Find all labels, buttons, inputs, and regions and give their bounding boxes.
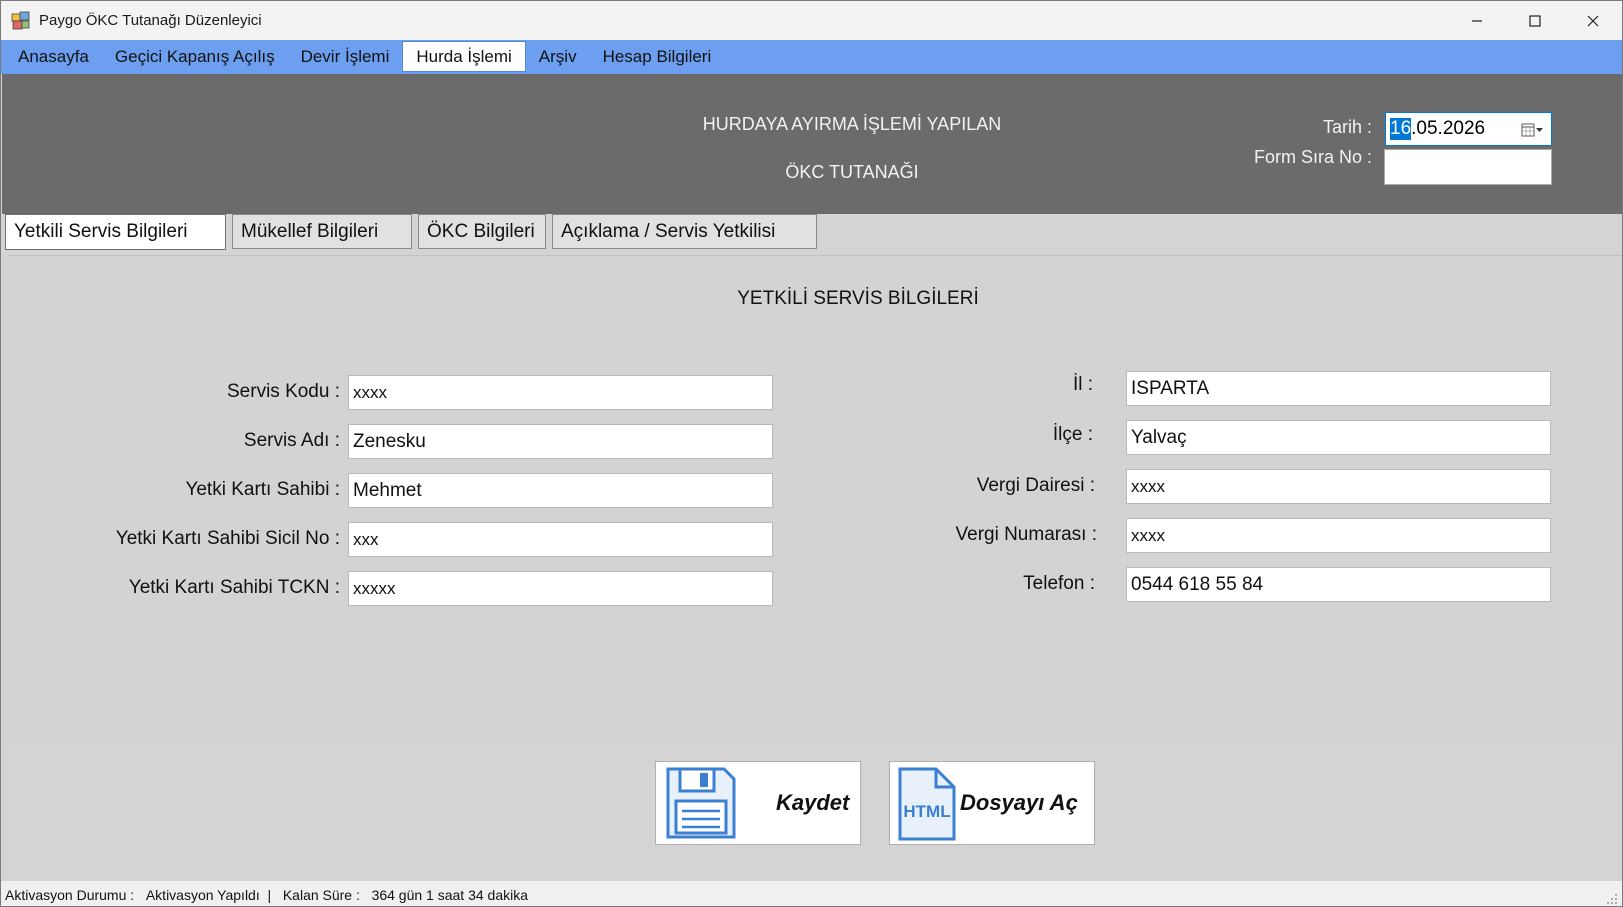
tab-okc[interactable]: ÖKC Bilgileri bbox=[418, 214, 546, 249]
menu-item-hurda[interactable]: Hurda İşlemi bbox=[402, 41, 526, 72]
html-icon-text: HTML bbox=[903, 802, 950, 821]
label-servis-adi: Servis Adı : bbox=[243, 430, 340, 451]
label-vergi-numarasi: Vergi Numarası : bbox=[955, 524, 1098, 545]
label-telefon: Telefon : bbox=[1023, 573, 1095, 594]
title-bar: Paygo ÖKC Tutanağı Düzenleyici bbox=[1, 1, 1622, 40]
tab-mukellef[interactable]: Mükellef Bilgileri bbox=[232, 214, 412, 249]
label-vergi-dairesi: Vergi Dairesi : bbox=[976, 475, 1095, 496]
label-il: İl : bbox=[1072, 374, 1093, 395]
date-selected-part: 16 bbox=[1390, 118, 1412, 140]
input-vergi-numarasi[interactable]: xxxx bbox=[1126, 518, 1551, 553]
label-ilce: İlçe : bbox=[1052, 424, 1093, 445]
input-telefon[interactable]: 0544 618 55 84 bbox=[1126, 567, 1551, 602]
header-panel: HURDAYA AYIRMA İŞLEMİ YAPILAN ÖKC TUTANA… bbox=[2, 74, 1622, 214]
calendar-icon[interactable] bbox=[1521, 121, 1545, 139]
label-servis-kodu: Servis Kodu : bbox=[227, 381, 340, 402]
save-icon bbox=[662, 765, 738, 841]
window-title: Paygo ÖKC Tutanağı Düzenleyici bbox=[39, 12, 262, 29]
app-icon bbox=[11, 11, 31, 31]
window-controls bbox=[1448, 1, 1622, 40]
open-file-button[interactable]: HTML Dosyayı Aç bbox=[889, 761, 1095, 845]
resize-grip-icon[interactable] bbox=[1604, 891, 1618, 905]
menu-item-hesap[interactable]: Hesap Bilgileri bbox=[590, 41, 725, 72]
input-vergi-dairesi[interactable]: xxxx bbox=[1126, 469, 1551, 504]
input-servis-adi[interactable]: Zenesku bbox=[348, 424, 773, 459]
form-no-label: Form Sıra No : bbox=[1253, 147, 1372, 167]
minimize-button[interactable] bbox=[1448, 1, 1506, 40]
label-yetki-karti-sahibi: Yetki Kartı Sahibi : bbox=[185, 479, 340, 500]
activation-label: Aktivasyon Durumu : bbox=[5, 886, 135, 903]
label-sicil-no: Yetki Kartı Sahibi Sicil No : bbox=[115, 528, 340, 549]
section-title: YETKİLİ SERVİS BİLGİLERİ bbox=[737, 288, 979, 309]
action-area: Kaydet HTML Dosyayı Aç bbox=[2, 743, 1622, 881]
remaining-label: Kalan Süre : bbox=[282, 886, 360, 903]
header-title-line2: ÖKC TUTANAĞI bbox=[785, 162, 919, 182]
activation-value: Aktivasyon Yapıldı bbox=[145, 886, 260, 903]
input-sicil-no[interactable]: xxx bbox=[348, 522, 773, 557]
input-yetki-karti-sahibi[interactable]: Mehmet bbox=[348, 473, 773, 508]
menu-item-arsiv[interactable]: Arşiv bbox=[526, 41, 590, 72]
menu-item-anasayfa[interactable]: Anasayfa bbox=[5, 41, 102, 72]
tab-yetkili-servis[interactable]: Yetkili Servis Bilgileri bbox=[5, 214, 226, 250]
date-picker[interactable]: 16.05.2026 bbox=[1385, 112, 1552, 146]
save-label: Kaydet bbox=[776, 790, 850, 815]
form-no-input[interactable] bbox=[1384, 149, 1552, 185]
app-window: Paygo ÖKC Tutanağı Düzenleyici Anasayfa … bbox=[0, 0, 1623, 907]
open-file-label: Dosyayı Aç bbox=[960, 790, 1078, 815]
html-file-icon: HTML bbox=[896, 765, 958, 841]
menu-item-gecici-kapanis[interactable]: Geçici Kapanış Açılış bbox=[102, 41, 288, 72]
tab-strip: Yetkili Servis Bilgileri Mükellef Bilgil… bbox=[5, 214, 817, 250]
input-servis-kodu[interactable]: xxxx bbox=[348, 375, 773, 410]
tab-content-panel: YETKİLİ SERVİS BİLGİLERİ Servis Kodu : x… bbox=[8, 255, 1622, 743]
date-rest: .05.2026 bbox=[1411, 118, 1486, 139]
date-label: Tarih : bbox=[1322, 117, 1372, 137]
menu-item-devir[interactable]: Devir İşlemi bbox=[288, 41, 403, 72]
input-ilce[interactable]: Yalvaç bbox=[1126, 420, 1551, 455]
status-bar: Aktivasyon Durumu : Aktivasyon Yapıldı |… bbox=[1, 881, 1622, 906]
input-il[interactable]: ISPARTA bbox=[1126, 371, 1551, 406]
save-button[interactable]: Kaydet bbox=[655, 761, 861, 845]
menu-bar: Anasayfa Geçici Kapanış Açılış Devir İşl… bbox=[1, 40, 1622, 74]
tab-aciklama[interactable]: Açıklama / Servis Yetkilisi bbox=[552, 214, 817, 249]
input-tckn[interactable]: xxxxx bbox=[348, 571, 773, 606]
remaining-value: 364 gün 1 saat 34 dakika bbox=[371, 886, 529, 903]
close-button[interactable] bbox=[1564, 1, 1622, 40]
maximize-button[interactable] bbox=[1506, 1, 1564, 40]
header-title-line1: HURDAYA AYIRMA İŞLEMİ YAPILAN bbox=[702, 114, 1002, 134]
label-tckn: Yetki Kartı Sahibi TCKN : bbox=[128, 577, 340, 598]
